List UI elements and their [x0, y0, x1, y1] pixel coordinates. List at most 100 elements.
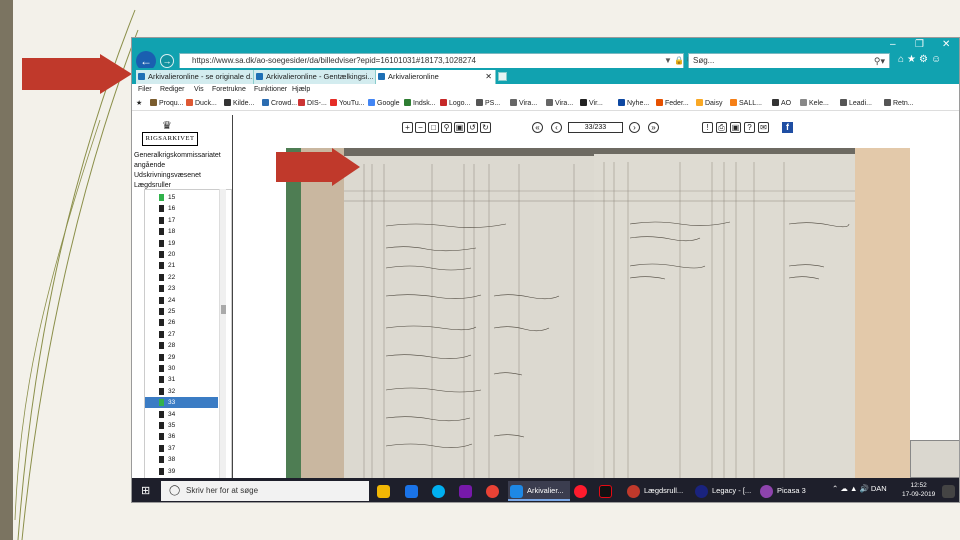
- fav-item[interactable]: Duck...: [186, 99, 217, 107]
- tree-scrollbar[interactable]: [219, 189, 226, 502]
- menu-view[interactable]: Vis: [194, 86, 204, 93]
- tree-item-34[interactable]: 34: [145, 409, 218, 420]
- prev-page-icon[interactable]: ‹: [551, 122, 562, 133]
- fav-item[interactable]: SALL...: [730, 99, 762, 107]
- tree-item-28[interactable]: 28: [145, 340, 218, 351]
- tab-3-active[interactable]: Arkivalieronline ✕: [376, 70, 496, 84]
- breadcrumb-item[interactable]: Generalkrigskommissariatet: [134, 151, 234, 161]
- toolbar-icons[interactable]: ⌂★⚙☺: [898, 54, 944, 65]
- favorites-star-icon[interactable]: ★: [907, 54, 919, 65]
- tree-item-32[interactable]: 32: [145, 386, 218, 397]
- tree-item-16[interactable]: 16: [145, 203, 218, 214]
- fav-item[interactable]: Google: [368, 99, 400, 107]
- fav-item[interactable]: DIS-...: [298, 99, 327, 107]
- zoom-area-icon[interactable]: ⚲: [441, 122, 452, 133]
- tree-item-29[interactable]: 29: [145, 352, 218, 363]
- menu-help[interactable]: Hjælp: [292, 86, 310, 93]
- skype-icon[interactable]: [430, 481, 449, 501]
- file-explorer-icon[interactable]: [375, 481, 394, 501]
- fav-item[interactable]: AO: [772, 99, 791, 107]
- rotate-right-icon[interactable]: ↻: [480, 122, 491, 133]
- chrome-icon[interactable]: [484, 481, 503, 501]
- fav-item[interactable]: Leadi...: [840, 99, 872, 107]
- tree-item-38[interactable]: 38: [145, 454, 218, 465]
- navigator-thumbnail[interactable]: [910, 440, 959, 478]
- fav-item[interactable]: Logo...: [440, 99, 470, 107]
- breadcrumb-item[interactable]: angående: [134, 161, 234, 171]
- tree-item-26[interactable]: 26: [145, 317, 218, 328]
- fav-item[interactable]: Indsk...: [404, 99, 436, 107]
- tab-2[interactable]: Arkivalieronline - Gentælkingsi...: [254, 70, 376, 84]
- tree-item-39[interactable]: 39: [145, 466, 218, 477]
- taskbar-app-picasa[interactable]: Picasa 3: [758, 481, 812, 501]
- tab-close-icon[interactable]: ✕: [485, 70, 492, 83]
- new-tab-button[interactable]: [498, 72, 507, 81]
- fav-item[interactable]: Vir...: [580, 99, 603, 107]
- forward-arrow-icon[interactable]: →: [160, 54, 174, 68]
- fav-item[interactable]: Proqu...: [150, 99, 184, 107]
- notifications-icon[interactable]: [940, 481, 959, 501]
- fav-item[interactable]: YouTu...: [330, 99, 365, 107]
- language-indicator[interactable]: DAN: [871, 484, 887, 493]
- menu-tools[interactable]: Funktioner: [254, 86, 287, 93]
- tree-item-17[interactable]: 17: [145, 215, 218, 226]
- menu-file[interactable]: Filer: [138, 86, 152, 93]
- taskbar-app-laegdsruller[interactable]: Lægdsrull...: [625, 481, 689, 501]
- fav-item[interactable]: Daisy: [696, 99, 723, 107]
- first-page-icon[interactable]: «: [532, 122, 543, 133]
- tree-item-33[interactable]: 33: [145, 397, 218, 409]
- rigsarkivet-logo[interactable]: RIGSARKIVET: [142, 132, 198, 146]
- tree-item-21[interactable]: 21: [145, 260, 218, 271]
- last-page-icon[interactable]: »: [648, 122, 659, 133]
- tree-item-30[interactable]: 30: [145, 363, 218, 374]
- help-icon[interactable]: ?: [744, 122, 755, 133]
- fav-item[interactable]: Crowd...: [262, 99, 297, 107]
- windows-start-icon[interactable]: ⊞: [141, 485, 153, 497]
- tree-item-23[interactable]: 23: [145, 283, 218, 294]
- close-icon[interactable]: ✕: [942, 39, 950, 50]
- tree-item-37[interactable]: 37: [145, 443, 218, 454]
- taskbar-app-arkivalier[interactable]: Arkivalier...: [508, 481, 570, 501]
- fit-page-icon[interactable]: ▣: [454, 122, 465, 133]
- fav-item[interactable]: PS...: [476, 99, 500, 107]
- tree-item-31[interactable]: 31: [145, 374, 218, 385]
- add-favorite-icon[interactable]: ★: [136, 99, 142, 107]
- save-icon[interactable]: ▣: [730, 122, 741, 133]
- search-input[interactable]: Søg... ⚲▾: [688, 53, 890, 69]
- search-icon[interactable]: ⚲▾: [874, 54, 885, 68]
- fav-item[interactable]: Feder...: [656, 99, 689, 107]
- panel-divider[interactable]: [232, 115, 233, 502]
- email-icon[interactable]: ✉: [758, 122, 769, 133]
- tree-item-35[interactable]: 35: [145, 420, 218, 431]
- netflix-icon[interactable]: [597, 481, 616, 501]
- fav-item[interactable]: Kilde...: [224, 99, 254, 107]
- menu-edit[interactable]: Rediger: [160, 86, 185, 93]
- tree-item-19[interactable]: 19: [145, 238, 218, 249]
- clock[interactable]: 12:52 17-09-2019: [902, 481, 935, 499]
- tab-1[interactable]: Arkivalieronline - se originale d...: [136, 70, 254, 84]
- tree-item-36[interactable]: 36: [145, 431, 218, 442]
- scroll-thumb[interactable]: [221, 305, 226, 314]
- tree-item-22[interactable]: 22: [145, 272, 218, 283]
- onenote-icon[interactable]: [457, 481, 476, 501]
- address-bar[interactable]: https://www.sa.dk/ao-soegesider/da/bille…: [179, 53, 684, 69]
- fav-item[interactable]: Vira...: [546, 99, 573, 107]
- facebook-icon[interactable]: f: [782, 122, 793, 133]
- page-number-field[interactable]: 33/233: [568, 122, 623, 133]
- home-icon[interactable]: ⌂: [898, 54, 907, 65]
- gear-icon[interactable]: ⚙: [919, 54, 931, 65]
- document-image[interactable]: [286, 148, 910, 478]
- tree-item-25[interactable]: 25: [145, 306, 218, 317]
- crop-icon[interactable]: □: [428, 122, 439, 133]
- fav-item[interactable]: Retn...: [884, 99, 914, 107]
- opera-icon[interactable]: [572, 481, 591, 501]
- smiley-icon[interactable]: ☺: [931, 54, 944, 65]
- minimize-icon[interactable]: –: [890, 39, 896, 50]
- system-tray[interactable]: ⌃ ☁ ▲ 🔊 DAN: [832, 484, 887, 493]
- menu-favorites[interactable]: Foretrukne: [212, 86, 246, 93]
- fav-item[interactable]: Vira...: [510, 99, 537, 107]
- tree-item-18[interactable]: 18: [145, 226, 218, 237]
- fav-item[interactable]: Nyhe...: [618, 99, 649, 107]
- taskbar-app-legacy[interactable]: Legacy - [...: [693, 481, 755, 501]
- maximize-icon[interactable]: ❐: [915, 39, 924, 50]
